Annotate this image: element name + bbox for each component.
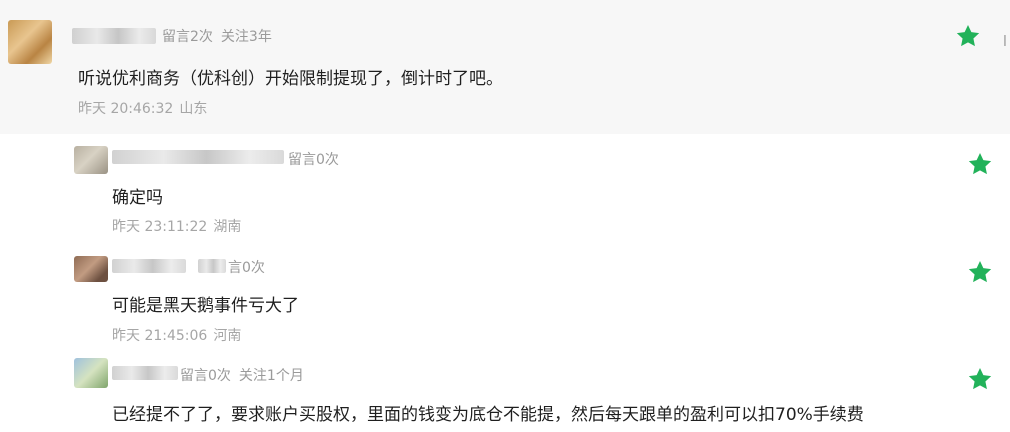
- location: 山东: [179, 101, 208, 117]
- follow-duration: 关注1个月: [238, 368, 304, 384]
- avatar[interactable]: [8, 20, 52, 64]
- username-blurred[interactable]: [112, 366, 178, 380]
- comment-time: 昨天 21:45:06 河南: [112, 325, 241, 345]
- comment-meta: 言0次: [228, 257, 265, 277]
- star-icon[interactable]: [955, 23, 981, 49]
- comment-meta: 留言0次 关注1个月: [180, 365, 304, 385]
- location: 河南: [213, 328, 242, 344]
- comment-text: 确定吗: [112, 188, 163, 208]
- avatar[interactable]: [74, 256, 108, 282]
- comment-time: 昨天 23:11:22 湖南: [112, 216, 241, 236]
- username-blurred[interactable]: [112, 150, 284, 164]
- comment-text: 可能是黑天鹅事件亏大了: [112, 296, 299, 316]
- username-blurred[interactable]: [72, 28, 156, 44]
- star-icon[interactable]: [967, 259, 993, 285]
- star-icon[interactable]: [967, 366, 993, 392]
- comment-meta: 留言0次: [288, 149, 339, 169]
- timestamp: 昨天 23:11:22: [112, 219, 208, 235]
- comment-time: 昨天 20:46:32 山东: [78, 98, 207, 118]
- username-blurred[interactable]: [112, 259, 186, 273]
- star-icon[interactable]: [967, 151, 993, 177]
- message-count: 言0次: [228, 260, 265, 276]
- message-count: 留言0次: [288, 152, 339, 168]
- follow-duration: 关注3年: [220, 29, 272, 45]
- location: 湖南: [213, 219, 242, 235]
- comment-text: 听说优利商务（优科创）开始限制提现了，倒计时了吧。: [78, 69, 503, 89]
- avatar[interactable]: [74, 358, 108, 388]
- comment-text: 已经提不了了，要求账户买股权，里面的钱变为底仓不能提，然后每天跟单的盈利可以扣7…: [112, 405, 864, 425]
- username-blurred[interactable]: [198, 259, 226, 273]
- avatar[interactable]: [74, 146, 108, 174]
- comment-meta: 留言2次 关注3年: [162, 26, 272, 46]
- edge-clipped-icon: l: [1003, 34, 1007, 50]
- message-count: 留言2次: [162, 29, 213, 45]
- timestamp: 昨天 21:45:06: [112, 328, 208, 344]
- timestamp: 昨天 20:46:32: [78, 101, 174, 117]
- message-count: 留言0次: [180, 368, 231, 384]
